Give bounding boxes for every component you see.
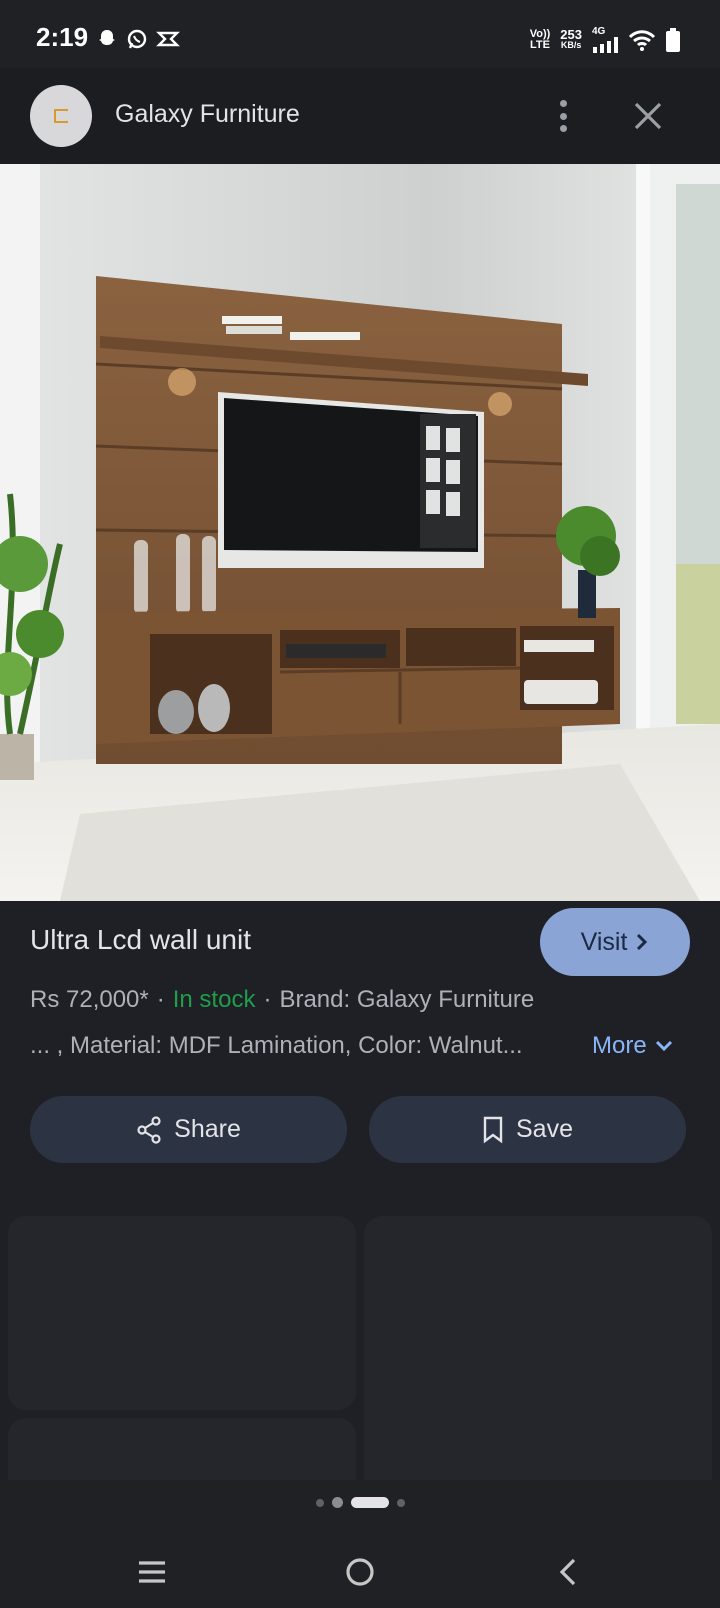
network-speed: 253 KB/s [560, 26, 582, 50]
separator-dot: · [156, 986, 165, 1013]
system-icons: Vo)) LTE 253 KB/s 4G [530, 26, 680, 53]
more-button[interactable]: More [592, 1032, 673, 1060]
lens-header: Galaxy Furniture [0, 68, 720, 164]
visit-button[interactable]: Visit [540, 908, 690, 976]
notification-icons [96, 28, 180, 50]
tv-unit-illustration [0, 164, 720, 901]
chevron-down-icon [655, 1040, 672, 1052]
navigation-bar [0, 1480, 720, 1608]
page-indicator [0, 1497, 720, 1508]
save-button[interactable]: Save [369, 1096, 686, 1163]
stock-status: In stock [172, 986, 256, 1013]
site-logo-icon [54, 109, 68, 123]
cell-signal: 4G [592, 26, 618, 53]
product-brand: Brand: Galaxy Furniture [279, 986, 535, 1013]
visit-label: Visit [580, 927, 628, 956]
product-meta: Rs 72,000* · In stock · Brand: Galaxy Furnit… [30, 986, 534, 1014]
status-bar: 2:19 Vo)) LTE 253 KB/s 4G [0, 0, 720, 68]
product-image[interactable] [0, 164, 720, 901]
battery-icon [666, 27, 680, 52]
volte-indicator: Vo)) LTE [529, 27, 551, 51]
separator-dot: · [263, 986, 272, 1013]
page-dot-active [350, 1497, 389, 1508]
more-label: More [592, 1032, 647, 1059]
snapchat-icon [99, 30, 115, 45]
related-result-card[interactable] [364, 1216, 712, 1496]
product-title: Ultra Lcd wall unit [30, 924, 251, 955]
chevron-right-icon [637, 933, 648, 951]
bookmark-icon [483, 1116, 503, 1143]
whatsapp-icon [127, 29, 147, 49]
related-result-card[interactable] [8, 1216, 356, 1410]
more-options-icon[interactable] [548, 98, 578, 134]
site-avatar[interactable] [30, 85, 92, 147]
close-icon[interactable] [632, 100, 664, 132]
product-price: Rs 72,000* [30, 986, 149, 1013]
status-time: 2:19 [36, 22, 89, 52]
capcut-icon [156, 31, 180, 47]
signal-bars-icon [593, 37, 618, 53]
share-button[interactable]: Share [30, 1096, 347, 1163]
share-label: Share [174, 1115, 241, 1143]
page-dot [331, 1497, 343, 1508]
home-icon[interactable] [340, 1552, 380, 1592]
share-icon [137, 1115, 161, 1144]
back-icon[interactable] [548, 1552, 588, 1592]
page-dot [396, 1498, 405, 1507]
product-details: ... , Material: MDF Lamination, Color: W… [30, 1032, 523, 1059]
site-name[interactable]: Galaxy Furniture [115, 100, 300, 129]
wifi-icon [628, 29, 656, 51]
page-dot [315, 1498, 324, 1507]
save-label: Save [516, 1115, 573, 1143]
recents-icon[interactable] [132, 1552, 172, 1592]
